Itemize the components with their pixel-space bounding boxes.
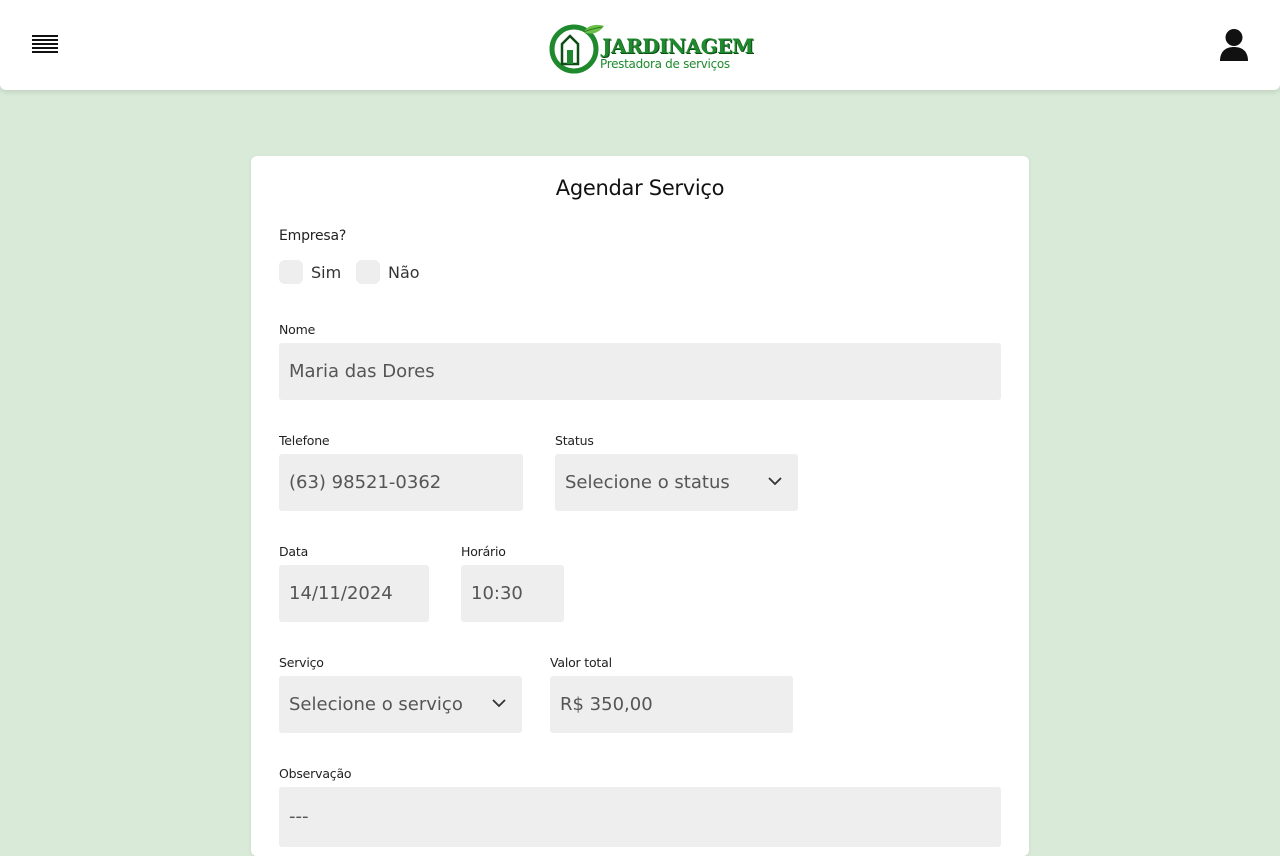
- nome-label: Nome: [279, 322, 316, 337]
- empresa-label: Empresa?: [279, 228, 347, 244]
- valor-total-label: Valor total: [550, 655, 612, 670]
- observacao-label: Observação: [279, 766, 352, 781]
- schedule-service-card: Agendar Serviço Empresa? Sim Não Nome Ma…: [251, 156, 1029, 856]
- telefone-input[interactable]: (63) 98521-0362: [279, 454, 523, 511]
- leaf-house-icon: [549, 24, 604, 74]
- status-label: Status: [555, 433, 594, 448]
- servico-select[interactable]: Selecione o serviço: [279, 676, 522, 733]
- status-select-value: Selecione o status: [565, 472, 730, 493]
- servico-label: Serviço: [279, 655, 324, 670]
- empresa-sim-checkbox[interactable]: [279, 260, 303, 284]
- valor-total-input[interactable]: R$ 350,00: [550, 676, 793, 733]
- empresa-nao-checkbox[interactable]: [356, 260, 380, 284]
- observacao-textarea[interactable]: ---: [279, 787, 1001, 847]
- date-input[interactable]: 14/11/2024: [279, 565, 429, 622]
- user-icon[interactable]: [1218, 28, 1250, 62]
- status-select[interactable]: Selecione o status: [555, 454, 798, 511]
- chevron-down-icon: [492, 699, 506, 708]
- company-logo[interactable]: JARDINAGEM Prestadora de serviços: [548, 20, 754, 78]
- chevron-down-icon: [768, 477, 782, 486]
- page-title: Agendar Serviço: [555, 176, 725, 200]
- logo-title: JARDINAGEM: [602, 34, 754, 58]
- top-bar: JARDINAGEM Prestadora de serviços: [0, 0, 1280, 90]
- servico-select-value: Selecione o serviço: [289, 694, 463, 715]
- empresa-sim-label: Sim: [311, 263, 342, 282]
- hamburger-icon[interactable]: [32, 35, 58, 53]
- nome-input[interactable]: Maria das Dores: [279, 343, 1001, 400]
- horario-label: Horário: [461, 544, 506, 559]
- data-label: Data: [279, 544, 309, 559]
- empresa-nao-label: Não: [388, 263, 420, 282]
- logo-subtitle: Prestadora de serviços: [600, 57, 730, 71]
- telefone-label: Telefone: [279, 433, 330, 448]
- time-input[interactable]: 10:30: [461, 565, 564, 622]
